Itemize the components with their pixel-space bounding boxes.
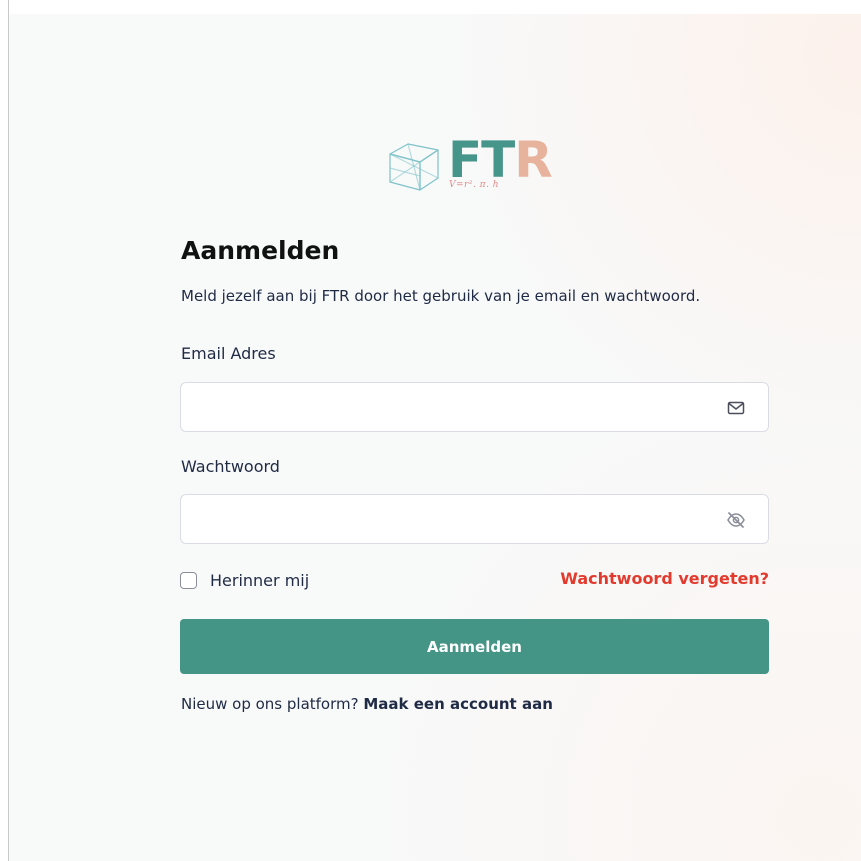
- page-title: Aanmelden: [181, 236, 340, 265]
- create-account-link[interactable]: Maak een account aan: [363, 695, 553, 713]
- forgot-password-link[interactable]: Wachtwoord vergeten?: [560, 569, 769, 588]
- page-subtitle: Meld jezelf aan bij FTR door het gebruik…: [181, 287, 701, 305]
- cube-logo-icon: [389, 143, 439, 191]
- logo-formula: V=r². π. h: [449, 180, 500, 190]
- eye-off-icon[interactable]: [726, 510, 746, 530]
- remember-label: Herinner mij: [210, 570, 310, 590]
- password-field-wrapper: [180, 494, 769, 544]
- ftr-logo: FTR V=r². π. h: [386, 132, 566, 194]
- email-field-wrapper: [180, 382, 769, 432]
- password-label: Wachtwoord: [181, 457, 280, 476]
- email-label: Email Adres: [181, 344, 276, 363]
- remember-me[interactable]: Herinner mij: [180, 568, 309, 592]
- sign-in-button[interactable]: Aanmelden: [180, 619, 769, 674]
- email-field[interactable]: [181, 383, 701, 431]
- signup-prompt: Nieuw op ons platform? Maak een account …: [181, 695, 553, 713]
- password-field[interactable]: [181, 495, 701, 543]
- signup-prompt-text: Nieuw op ons platform?: [181, 695, 359, 713]
- remember-checkbox[interactable]: [180, 571, 197, 589]
- mail-icon: [727, 401, 745, 415]
- logo-letter-r: R: [514, 131, 553, 189]
- screen: FTR V=r². π. h Aanmelden Meld jezelf aan…: [0, 0, 861, 861]
